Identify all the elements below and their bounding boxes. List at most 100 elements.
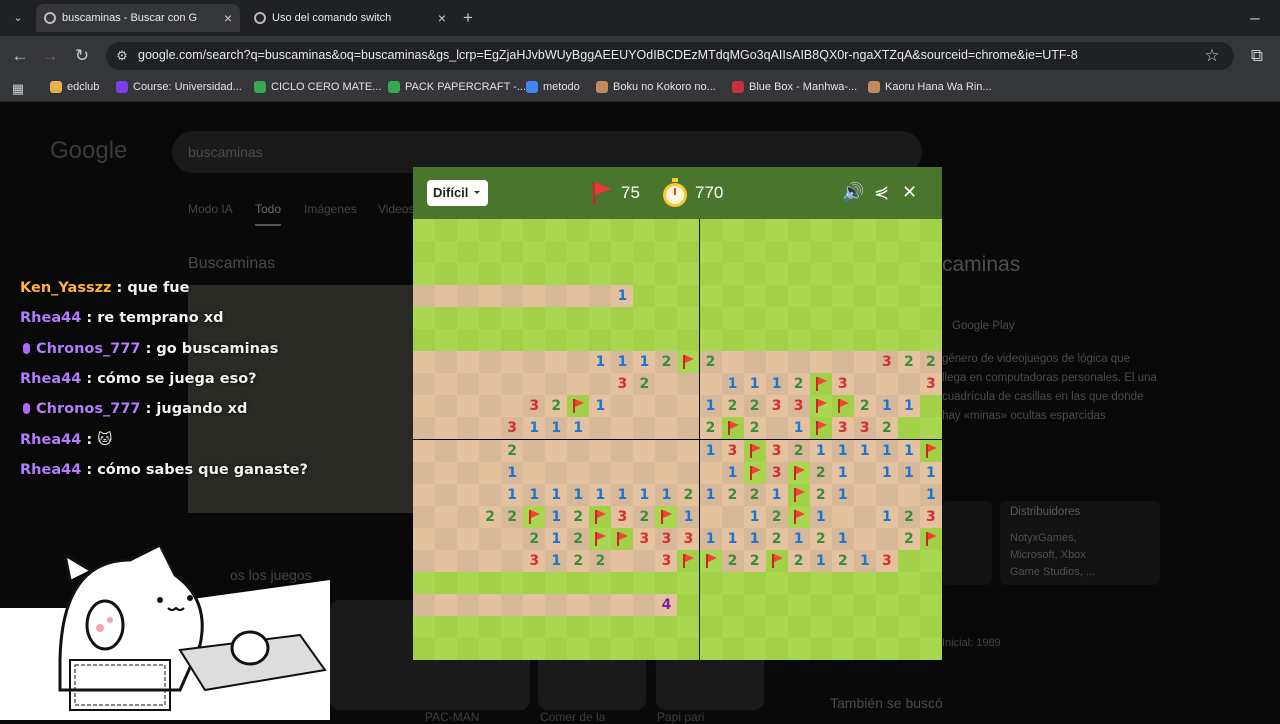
hidden-cell[interactable]	[567, 615, 590, 638]
hidden-cell[interactable]	[501, 637, 524, 660]
flag-icon[interactable]	[831, 395, 854, 418]
hidden-cell[interactable]	[831, 593, 854, 616]
hidden-cell[interactable]	[435, 637, 458, 660]
flag-icon[interactable]	[523, 505, 546, 528]
hidden-cell[interactable]	[765, 593, 788, 616]
hidden-cell[interactable]	[765, 637, 788, 660]
hidden-cell[interactable]	[633, 285, 656, 308]
extensions-icon[interactable]: ⧉	[1245, 44, 1269, 68]
minesweeper-board[interactable]: 1111223223211123332112233211311122133221…	[413, 219, 942, 660]
hidden-cell[interactable]	[831, 285, 854, 308]
hidden-cell[interactable]	[875, 637, 898, 660]
flag-icon[interactable]	[677, 549, 700, 572]
hidden-cell[interactable]	[809, 571, 832, 594]
hidden-cell[interactable]	[611, 615, 634, 638]
hidden-cell[interactable]	[831, 241, 854, 264]
hidden-cell[interactable]	[655, 285, 678, 308]
hidden-cell[interactable]	[677, 571, 700, 594]
hidden-cell[interactable]	[457, 307, 480, 330]
hidden-cell[interactable]	[479, 307, 502, 330]
bookmark-item[interactable]: PACK PAPERCRAFT -...	[388, 81, 526, 93]
hidden-cell[interactable]	[919, 285, 942, 308]
hidden-cell[interactable]	[897, 329, 920, 352]
hidden-cell[interactable]	[743, 285, 766, 308]
hidden-cell[interactable]	[831, 637, 854, 660]
hidden-cell[interactable]	[919, 263, 942, 286]
hidden-cell[interactable]	[853, 329, 876, 352]
hidden-cell[interactable]	[479, 263, 502, 286]
hidden-cell[interactable]	[435, 263, 458, 286]
flag-icon[interactable]	[787, 483, 810, 506]
hidden-cell[interactable]	[897, 593, 920, 616]
hidden-cell[interactable]	[853, 241, 876, 264]
hidden-cell[interactable]	[721, 241, 744, 264]
hidden-cell[interactable]	[743, 637, 766, 660]
url-text[interactable]: google.com/search?q=buscaminas&oq=buscam…	[138, 48, 1198, 62]
hidden-cell[interactable]	[611, 571, 634, 594]
hidden-cell[interactable]	[897, 219, 920, 241]
hidden-cell[interactable]	[501, 219, 524, 241]
hidden-cell[interactable]	[633, 263, 656, 286]
hidden-cell[interactable]	[919, 637, 942, 660]
hidden-cell[interactable]	[853, 263, 876, 286]
hidden-cell[interactable]	[501, 571, 524, 594]
hidden-cell[interactable]	[699, 329, 722, 352]
hidden-cell[interactable]	[545, 637, 568, 660]
hidden-cell[interactable]	[633, 329, 656, 352]
flag-icon[interactable]	[743, 439, 766, 462]
hidden-cell[interactable]	[787, 285, 810, 308]
hidden-cell[interactable]	[897, 263, 920, 286]
hidden-cell[interactable]	[699, 241, 722, 264]
hidden-cell[interactable]	[523, 637, 546, 660]
hidden-cell[interactable]	[919, 593, 942, 616]
hidden-cell[interactable]	[413, 615, 435, 638]
hidden-cell[interactable]	[743, 241, 766, 264]
new-tab-button[interactable]: +	[456, 6, 480, 30]
hidden-cell[interactable]	[677, 219, 700, 241]
hidden-cell[interactable]	[809, 307, 832, 330]
hidden-cell[interactable]	[435, 307, 458, 330]
hidden-cell[interactable]	[853, 571, 876, 594]
hidden-cell[interactable]	[435, 329, 458, 352]
browser-tab[interactable]: Uso del comando switch ×	[246, 4, 454, 32]
hidden-cell[interactable]	[721, 593, 744, 616]
hidden-cell[interactable]	[567, 329, 590, 352]
hidden-cell[interactable]	[413, 241, 435, 264]
hidden-cell[interactable]	[721, 637, 744, 660]
hidden-cell[interactable]	[677, 329, 700, 352]
flag-icon[interactable]	[787, 505, 810, 528]
hidden-cell[interactable]	[435, 219, 458, 241]
hidden-cell[interactable]	[523, 241, 546, 264]
hidden-cell[interactable]	[413, 307, 435, 330]
hidden-cell[interactable]	[589, 615, 612, 638]
hidden-cell[interactable]	[677, 263, 700, 286]
forward-arrow-icon[interactable]: →	[38, 44, 62, 68]
hidden-cell[interactable]	[919, 395, 942, 418]
hidden-cell[interactable]	[919, 219, 942, 241]
flag-icon[interactable]	[743, 461, 766, 484]
hidden-cell[interactable]	[765, 571, 788, 594]
hidden-cell[interactable]	[897, 241, 920, 264]
hidden-cell[interactable]	[809, 637, 832, 660]
hidden-cell[interactable]	[699, 593, 722, 616]
hidden-cell[interactable]	[875, 593, 898, 616]
hidden-cell[interactable]	[457, 637, 480, 660]
hidden-cell[interactable]	[831, 615, 854, 638]
hidden-cell[interactable]	[589, 241, 612, 264]
hidden-cell[interactable]	[611, 329, 634, 352]
hidden-cell[interactable]	[699, 219, 722, 241]
hidden-cell[interactable]	[479, 241, 502, 264]
hidden-cell[interactable]	[743, 329, 766, 352]
hidden-cell[interactable]	[545, 615, 568, 638]
hidden-cell[interactable]	[523, 307, 546, 330]
hidden-cell[interactable]	[457, 615, 480, 638]
hidden-cell[interactable]	[919, 549, 942, 572]
hidden-cell[interactable]	[809, 219, 832, 241]
hidden-cell[interactable]	[655, 329, 678, 352]
hidden-cell[interactable]	[633, 571, 656, 594]
hidden-cell[interactable]	[897, 417, 920, 440]
hidden-cell[interactable]	[479, 637, 502, 660]
hidden-cell[interactable]	[413, 263, 435, 286]
flag-icon[interactable]	[809, 395, 832, 418]
hidden-cell[interactable]	[523, 219, 546, 241]
